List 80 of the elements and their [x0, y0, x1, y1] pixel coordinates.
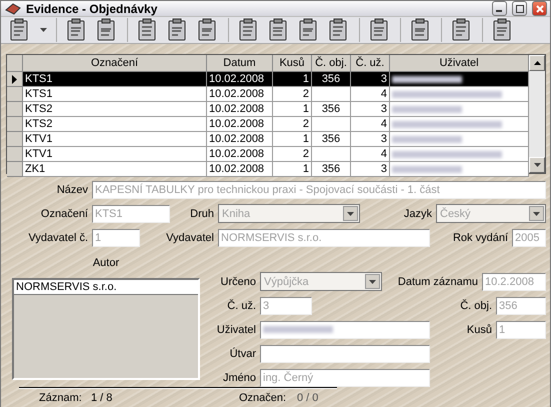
caret-icon: [369, 280, 376, 284]
row-indicator[interactable]: [7, 72, 23, 87]
field-label: Vydavatel č.: [27, 232, 89, 244]
close-button[interactable]: [532, 1, 547, 16]
table-cell: 10.02.2008: [207, 87, 273, 102]
caret-icon: [347, 212, 354, 216]
text-field[interactable]: [260, 320, 430, 338]
table-cell: 4: [351, 117, 390, 132]
minimize-button[interactable]: [492, 1, 507, 16]
table-cell: KTS2: [23, 102, 207, 117]
table-cell: 356: [312, 102, 351, 117]
caret-icon: [40, 28, 46, 32]
table-cell: 1: [273, 102, 312, 117]
caret-icon: [533, 212, 540, 216]
table-cell: ZK1: [23, 162, 207, 177]
table-cell: 10.02.2008: [207, 117, 273, 132]
text-field[interactable]: [260, 344, 430, 362]
field-label: Určeno: [220, 276, 257, 288]
field-label: Označení: [40, 208, 89, 220]
table-cell: 10.02.2008: [207, 102, 273, 117]
field-label: Jazyk: [402, 208, 433, 220]
table-cell: KTV1: [23, 132, 207, 147]
table-cell: 3: [351, 102, 390, 117]
table-cell: [312, 87, 351, 102]
list-item[interactable]: NORMSERVIS s.r.o.: [14, 280, 198, 295]
table-cell: [312, 147, 351, 162]
table-cell: 3: [351, 132, 390, 147]
field-label: Datum záznamu: [396, 276, 479, 288]
table-cell: KTV1: [23, 147, 207, 162]
field-label: Druh: [189, 208, 215, 220]
table-cell: 2: [273, 87, 312, 102]
table-cell: 356: [312, 132, 351, 147]
table-cell: KTS2: [23, 117, 207, 132]
table-cell: 2: [273, 147, 312, 162]
field-label: Vydavatel: [165, 232, 215, 244]
table-cell: 10.02.2008: [207, 72, 273, 87]
field-label: Útvar: [228, 348, 257, 360]
table-cell: 2: [273, 117, 312, 132]
table-cell: 356: [312, 162, 351, 177]
field-label: Název: [56, 184, 89, 196]
table-cell: 10.02.2008: [207, 147, 273, 162]
table-cell: [312, 117, 351, 132]
author-list[interactable]: NORMSERVIS s.r.o.: [12, 278, 200, 380]
column-header[interactable]: Označení: [23, 55, 207, 72]
close-icon: [536, 4, 544, 12]
table-cell: 1: [273, 132, 312, 147]
table-cell: KTS1: [23, 72, 207, 87]
maximize-icon: [516, 4, 524, 12]
table-cell: 1: [273, 162, 312, 177]
window-title: Evidence - Objednávky: [26, 2, 158, 16]
table-cell: 3: [351, 72, 390, 87]
field-label: Uživatel: [216, 324, 257, 336]
column-header[interactable]: Č. už.: [351, 55, 390, 72]
status-label: Záznam:: [39, 392, 83, 404]
status-value: 1 / 8: [91, 392, 114, 404]
field-label: Rok vydání: [452, 232, 509, 244]
status-value: 0 / 0: [297, 392, 318, 404]
table-cell: 1: [273, 72, 312, 87]
table-cell: 10.02.2008: [207, 132, 273, 147]
column-header[interactable]: Datum: [207, 55, 273, 72]
field-label: Kusů: [466, 324, 493, 336]
table-cell: 3: [351, 162, 390, 177]
table-cell: 4: [351, 147, 390, 162]
table-cell: 4: [351, 87, 390, 102]
table-cell: 356: [312, 72, 351, 87]
column-header[interactable]: Uživatel: [390, 55, 529, 72]
field-label: Č. už.: [226, 300, 257, 312]
table-cell: KTS1: [23, 87, 207, 102]
field-label: Jméno: [222, 372, 257, 384]
column-header[interactable]: Č. obj.: [312, 55, 351, 72]
field-label: Č. obj.: [459, 300, 493, 312]
caret-icon: [534, 163, 540, 167]
maximize-button[interactable]: [512, 1, 527, 16]
field-label: Autor: [92, 256, 120, 271]
table-cell: 10.02.2008: [207, 162, 273, 177]
scrollbar[interactable]: [529, 55, 545, 173]
column-header[interactable]: Kusů: [273, 55, 312, 72]
header-corner: [7, 55, 23, 72]
status-label: Označen:: [239, 392, 288, 404]
scroll-up-icon: [534, 61, 540, 65]
